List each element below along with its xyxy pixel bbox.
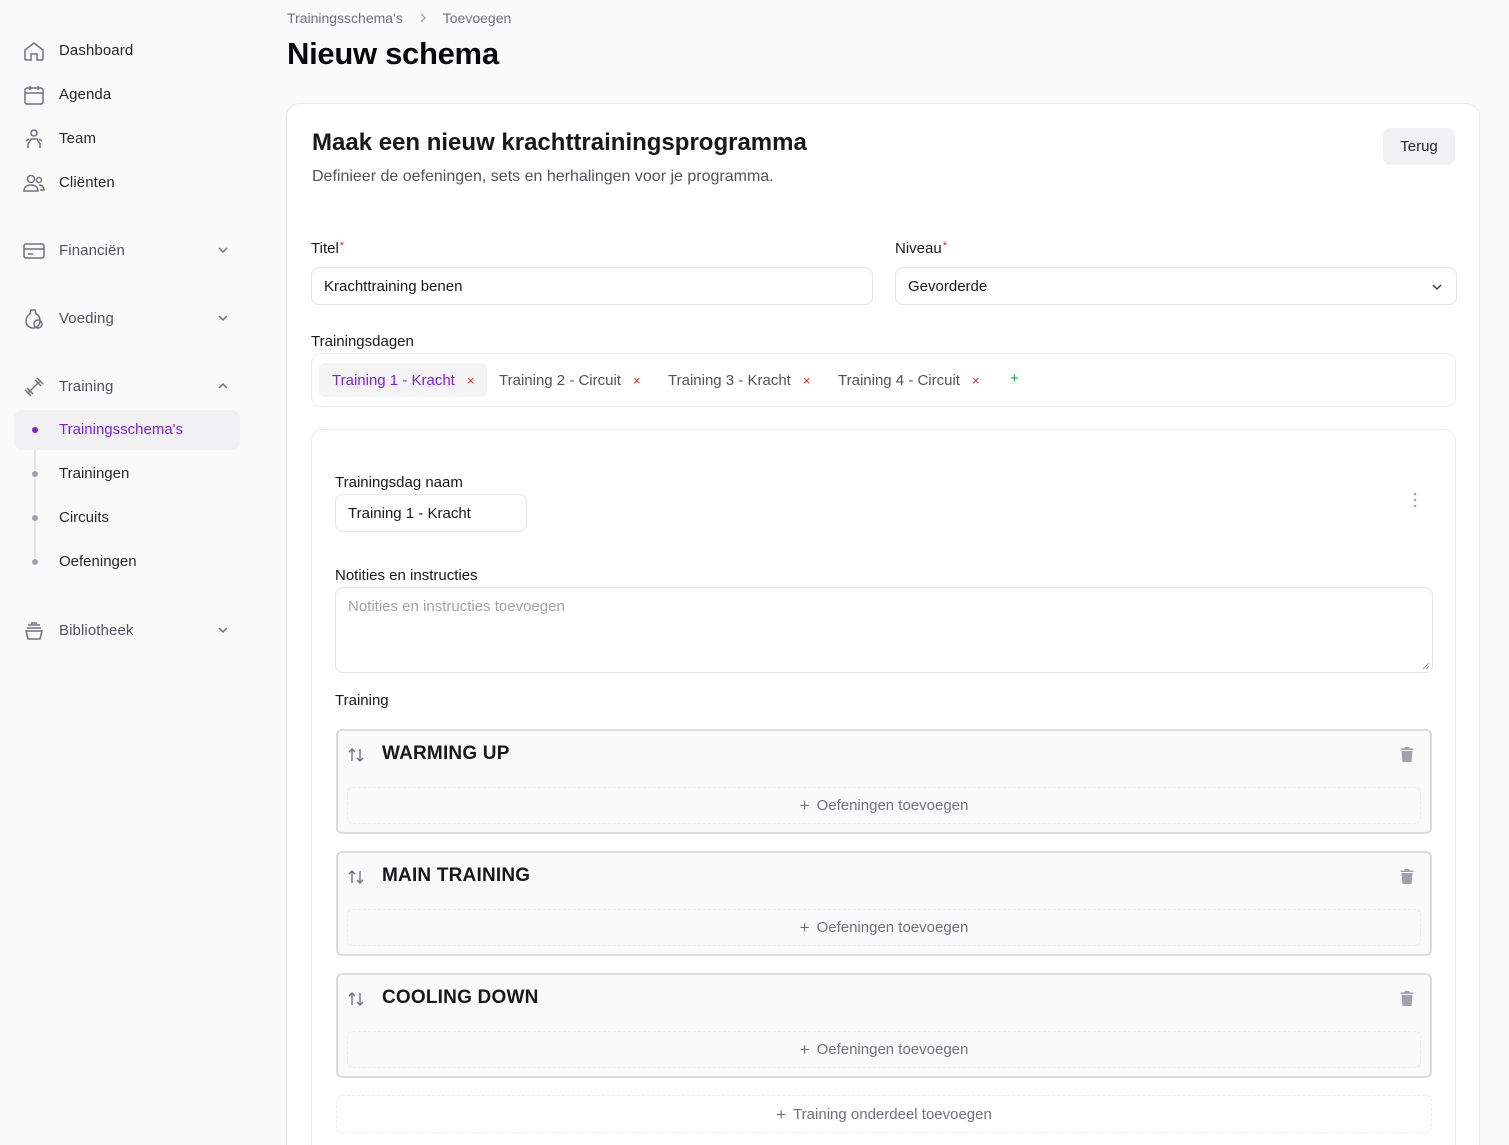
credit-card-icon xyxy=(23,243,45,259)
card-title: Maak een nieuw krachttrainingsprogramma xyxy=(312,129,807,156)
chevron-down-icon xyxy=(1432,284,1442,291)
section-title: WARMING UP xyxy=(382,743,510,764)
sidebar-item-voeding[interactable]: Voeding xyxy=(14,298,240,338)
sidebar-item-label: Circuits xyxy=(59,509,110,526)
sidebar-item-clienten[interactable]: Cliënten xyxy=(14,162,240,202)
days-label: Trainingsdagen xyxy=(311,333,414,350)
section-warming-up: WARMING UP + Oefeningen toevoegen xyxy=(336,729,1432,834)
day-name-label: Trainingsdag naam xyxy=(335,474,463,491)
add-exercises-button[interactable]: + Oefeningen toevoegen xyxy=(347,909,1421,946)
add-exercises-button[interactable]: + Oefeningen toevoegen xyxy=(347,1031,1421,1068)
level-select[interactable]: Gevorderde xyxy=(895,267,1457,305)
schema-form-card: Maak een nieuw krachttrainingsprogramma … xyxy=(286,103,1480,1145)
breadcrumb-link-trainingsschemas[interactable]: Trainingsschema's xyxy=(287,10,403,26)
tab-training-1[interactable]: Training 1 - Kracht × xyxy=(319,363,488,397)
sidebar-item-label: Oefeningen xyxy=(59,553,137,570)
chevron-right-icon xyxy=(420,13,426,23)
remove-day-icon[interactable]: × xyxy=(467,373,475,388)
sidebar-item-label: Agenda xyxy=(59,85,112,103)
plus-icon: + xyxy=(799,1040,810,1059)
dumbbell-icon xyxy=(24,377,44,397)
bullet-dot xyxy=(32,515,38,521)
card-description: Definieer de oefeningen, sets en herhali… xyxy=(312,168,774,185)
users-icon xyxy=(23,174,45,192)
sidebar-item-agenda[interactable]: Agenda xyxy=(14,74,240,114)
day-name-input[interactable]: Training 1 - Kracht xyxy=(335,494,527,532)
required-marker: * xyxy=(339,240,345,252)
sidebar-item-financien[interactable]: Financiën xyxy=(14,230,240,270)
back-button[interactable]: Terug xyxy=(1383,128,1455,165)
page-title: Nieuw schema xyxy=(287,36,499,71)
nutrition-icon xyxy=(25,309,43,329)
more-options-icon[interactable] xyxy=(1413,492,1417,508)
notes-label: Notities en instructies xyxy=(335,567,478,584)
bowl-icon xyxy=(25,622,43,640)
add-day-button[interactable]: + xyxy=(1010,370,1019,387)
section-cooling-down: COOLING DOWN + Oefeningen toevoegen xyxy=(336,973,1432,1078)
sidebar-item-label: Bibliotheek xyxy=(59,621,134,639)
remove-day-icon[interactable]: × xyxy=(803,373,811,388)
sidebar-item-label: Cliënten xyxy=(59,173,115,191)
remove-day-icon[interactable]: × xyxy=(633,373,641,388)
trash-icon[interactable] xyxy=(1400,747,1414,762)
sidebar-item-oefeningen[interactable]: Oefeningen xyxy=(14,542,240,582)
home-icon xyxy=(24,42,44,61)
sidebar-item-label: Voeding xyxy=(59,309,114,327)
trash-icon[interactable] xyxy=(1400,991,1414,1006)
sidebar-item-label: Dashboard xyxy=(59,41,134,59)
training-day-panel: Trainingsdag naam Training 1 - Kracht No… xyxy=(311,429,1456,1145)
title-input[interactable]: Krachttraining benen xyxy=(311,267,873,305)
sidebar-item-dashboard[interactable]: Dashboard xyxy=(14,30,240,70)
bullet-dot xyxy=(32,471,38,477)
plus-icon: + xyxy=(776,1104,787,1124)
bullet-dot xyxy=(32,559,38,565)
plus-icon: + xyxy=(799,796,810,815)
sort-handle-icon[interactable] xyxy=(347,868,365,886)
sidebar-item-bibliotheek[interactable]: Bibliotheek xyxy=(14,610,240,650)
sidebar-item-label: Trainingen xyxy=(59,465,130,482)
section-title: MAIN TRAINING xyxy=(382,865,531,886)
calendar-icon xyxy=(24,86,44,105)
tab-training-2[interactable]: Training 2 - Circuit × xyxy=(486,363,654,397)
sidebar-item-label: Team xyxy=(59,129,97,147)
chevron-up-icon xyxy=(218,382,228,389)
add-training-part-button[interactable]: + Training onderdeel toevoegen xyxy=(336,1095,1432,1133)
resize-handle-icon[interactable] xyxy=(1422,662,1430,670)
sidebar-item-trainingsschemas[interactable]: Trainingsschema's xyxy=(14,410,240,450)
tab-training-4[interactable]: Training 4 - Circuit × xyxy=(825,363,993,397)
sidebar-item-label: Trainingsschema's xyxy=(59,421,184,438)
team-icon xyxy=(25,129,43,148)
sidebar-item-team[interactable]: Team xyxy=(14,118,240,158)
training-days-tabs: Training 1 - Kracht × Training 2 - Circui… xyxy=(311,353,1456,407)
sidebar-item-label: Financiën xyxy=(59,241,125,259)
sort-handle-icon[interactable] xyxy=(347,746,365,764)
sidebar-item-circuits[interactable]: Circuits xyxy=(14,498,240,538)
chevron-down-icon xyxy=(218,627,228,634)
sidebar-item-label: Training xyxy=(59,377,114,395)
plus-icon: + xyxy=(799,918,810,937)
sidebar-item-trainingen[interactable]: Trainingen xyxy=(14,454,240,494)
section-main-training: MAIN TRAINING + Oefeningen toevoegen xyxy=(336,851,1432,956)
breadcrumb-current: Toevoegen xyxy=(442,10,512,26)
chevron-down-icon xyxy=(218,315,228,322)
section-title: COOLING DOWN xyxy=(382,987,539,1008)
bullet-dot xyxy=(32,427,38,433)
required-marker: * xyxy=(942,240,947,252)
chevron-down-icon xyxy=(218,247,228,254)
notes-textarea[interactable]: Notities en instructies toevoegen xyxy=(335,587,1433,673)
level-label: Niveau* xyxy=(895,240,947,257)
title-label: Titel* xyxy=(311,240,345,257)
trash-icon[interactable] xyxy=(1400,869,1414,884)
tab-training-3[interactable]: Training 3 - Kracht × xyxy=(655,363,823,397)
add-exercises-button[interactable]: + Oefeningen toevoegen xyxy=(347,787,1421,824)
sort-handle-icon[interactable] xyxy=(347,990,365,1008)
sidebar: Dashboard Agenda Team Cliënten Financiën… xyxy=(0,0,262,1145)
sidebar-item-training[interactable]: Training xyxy=(14,366,240,406)
breadcrumb: Trainingsschema's Toevoegen xyxy=(287,10,511,26)
remove-day-icon[interactable]: × xyxy=(972,373,980,388)
training-label: Training xyxy=(335,692,389,709)
